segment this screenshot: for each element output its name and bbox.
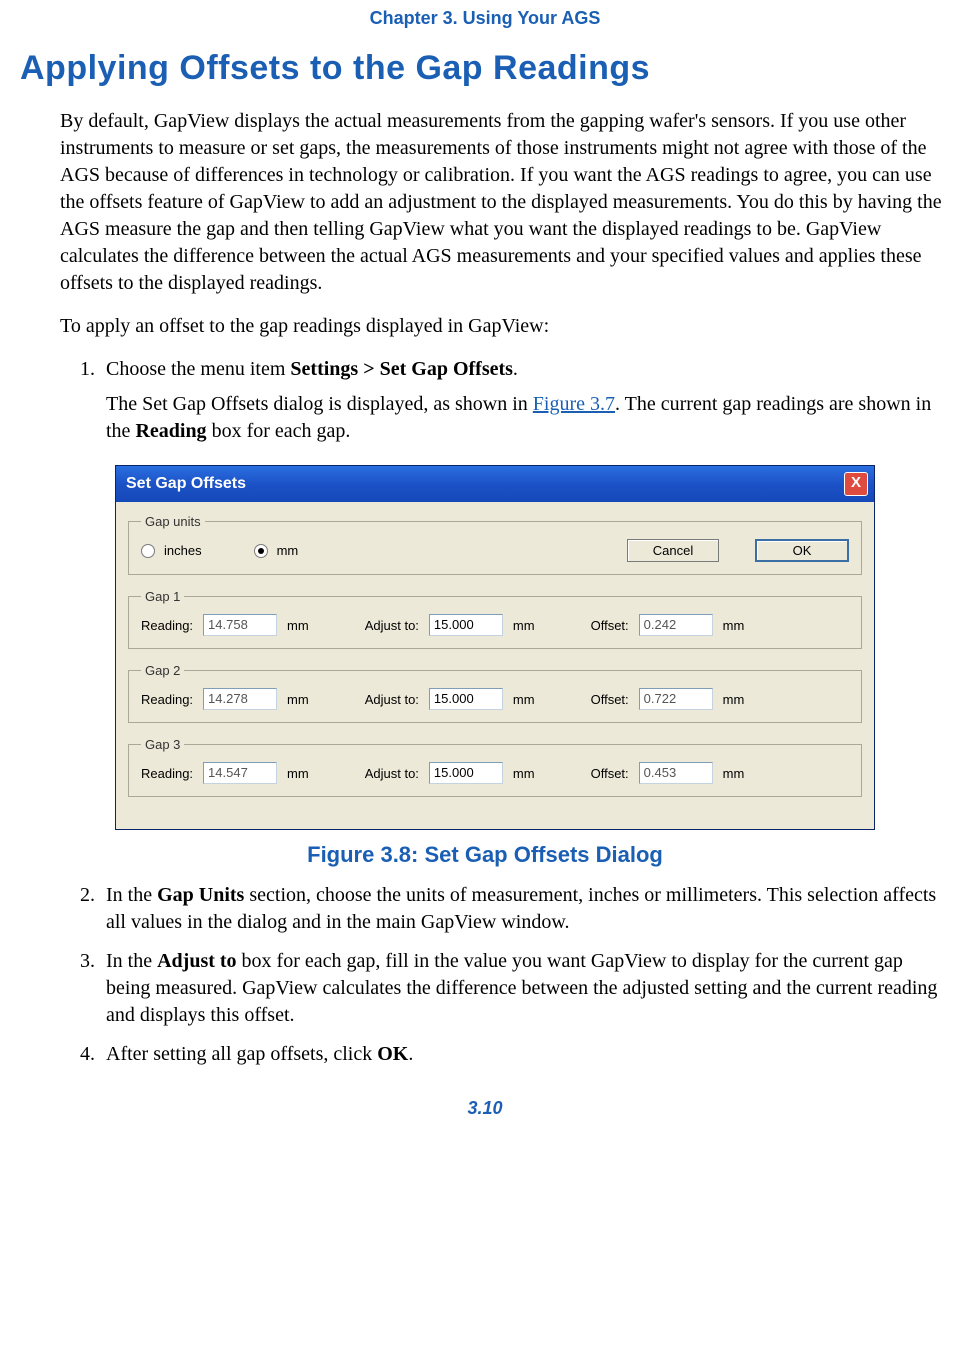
reading-bold: Reading bbox=[135, 420, 206, 442]
step-1-text-b: . bbox=[513, 358, 518, 380]
radio-inches[interactable] bbox=[141, 544, 155, 558]
step-3: In the Adjust to box for each gap, fill … bbox=[100, 948, 950, 1029]
dialog-title: Set Gap Offsets bbox=[126, 475, 246, 493]
gap-1-group: Gap 1 Reading: 14.758 mm Adjust to: 15.0… bbox=[128, 589, 862, 649]
unit-label: mm bbox=[513, 692, 535, 707]
unit-label: mm bbox=[287, 766, 309, 781]
gap3-reading-field: 14.547 bbox=[203, 762, 277, 784]
step4-bold: OK bbox=[377, 1043, 408, 1065]
offset-label: Offset: bbox=[591, 766, 629, 781]
radio-mm[interactable] bbox=[254, 544, 268, 558]
step4-c: . bbox=[408, 1043, 413, 1065]
reading-label: Reading: bbox=[141, 618, 193, 633]
ok-button[interactable]: OK bbox=[755, 539, 849, 562]
step2-a: In the bbox=[106, 884, 157, 906]
page-number: 3.10 bbox=[20, 1098, 950, 1119]
unit-label: mm bbox=[513, 618, 535, 633]
gap-units-group: Gap units inches mm Cancel OK bbox=[128, 514, 862, 575]
gap-1-legend: Gap 1 bbox=[141, 589, 184, 604]
cancel-button[interactable]: Cancel bbox=[627, 539, 719, 562]
unit-label: mm bbox=[287, 618, 309, 633]
gap1-reading-field: 14.758 bbox=[203, 614, 277, 636]
gap-2-legend: Gap 2 bbox=[141, 663, 184, 678]
step1-sub-c: box for each gap. bbox=[207, 420, 351, 442]
step-4: After setting all gap offsets, click OK. bbox=[100, 1041, 950, 1068]
step-2: In the Gap Units section, choose the uni… bbox=[100, 882, 950, 936]
gap-units-legend: Gap units bbox=[141, 514, 205, 529]
unit-label: mm bbox=[723, 618, 745, 633]
offset-label: Offset: bbox=[591, 692, 629, 707]
gap2-reading-field: 14.278 bbox=[203, 688, 277, 710]
step-1: Choose the menu item Settings > Set Gap … bbox=[100, 356, 950, 445]
reading-label: Reading: bbox=[141, 766, 193, 781]
figure-link[interactable]: Figure 3.7 bbox=[533, 393, 615, 415]
step2-bold: Gap Units bbox=[157, 884, 244, 906]
step3-bold: Adjust to bbox=[157, 950, 236, 972]
menu-path: Settings > Set Gap Offsets bbox=[290, 358, 513, 380]
gap3-offset-field: 0.453 bbox=[639, 762, 713, 784]
gap2-offset-field: 0.722 bbox=[639, 688, 713, 710]
step1-sub-a: The Set Gap Offsets dialog is displayed,… bbox=[106, 393, 533, 415]
unit-label: mm bbox=[513, 766, 535, 781]
figure-caption: Figure 3.8: Set Gap Offsets Dialog bbox=[20, 842, 950, 868]
reading-label: Reading: bbox=[141, 692, 193, 707]
gap-3-legend: Gap 3 bbox=[141, 737, 184, 752]
offset-label: Offset: bbox=[591, 618, 629, 633]
adjust-label: Adjust to: bbox=[365, 618, 419, 633]
section-title: Applying Offsets to the Gap Readings bbox=[20, 49, 950, 88]
chapter-header: Chapter 3. Using Your AGS bbox=[20, 0, 950, 39]
step-1-sub: The Set Gap Offsets dialog is displayed,… bbox=[106, 391, 950, 445]
unit-label: mm bbox=[723, 692, 745, 707]
gap-3-group: Gap 3 Reading: 14.547 mm Adjust to: 15.0… bbox=[128, 737, 862, 797]
adjust-label: Adjust to: bbox=[365, 766, 419, 781]
set-gap-offsets-dialog: Set Gap Offsets X Gap units inches mm bbox=[115, 465, 875, 830]
gap-2-group: Gap 2 Reading: 14.278 mm Adjust to: 15.0… bbox=[128, 663, 862, 723]
adjust-label: Adjust to: bbox=[365, 692, 419, 707]
radio-mm-label: mm bbox=[277, 543, 299, 558]
gap2-adjust-field[interactable]: 15.000 bbox=[429, 688, 503, 710]
gap1-offset-field: 0.242 bbox=[639, 614, 713, 636]
intro-paragraph: By default, GapView displays the actual … bbox=[60, 108, 950, 297]
gap1-adjust-field[interactable]: 15.000 bbox=[429, 614, 503, 636]
dialog-titlebar: Set Gap Offsets X bbox=[116, 466, 874, 502]
unit-label: mm bbox=[723, 766, 745, 781]
step3-a: In the bbox=[106, 950, 157, 972]
gap3-adjust-field[interactable]: 15.000 bbox=[429, 762, 503, 784]
step4-a: After setting all gap offsets, click bbox=[106, 1043, 377, 1065]
unit-label: mm bbox=[287, 692, 309, 707]
close-icon[interactable]: X bbox=[844, 472, 868, 496]
lead-in: To apply an offset to the gap readings d… bbox=[60, 313, 950, 340]
radio-inches-label: inches bbox=[164, 543, 202, 558]
step-1-text-a: Choose the menu item bbox=[106, 358, 290, 380]
